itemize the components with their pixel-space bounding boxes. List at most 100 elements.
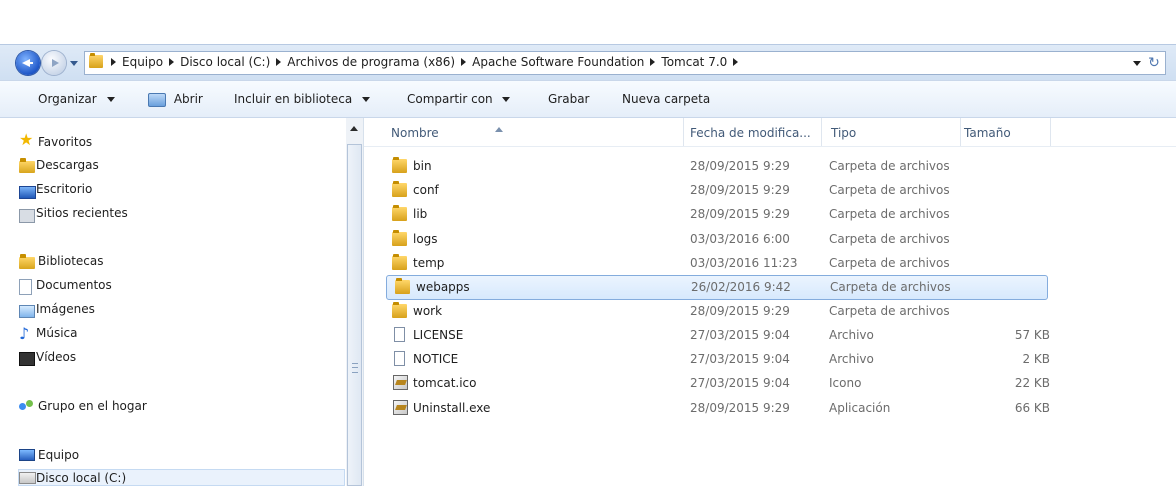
breadcrumb-tomcat-7[interactable]: Tomcat 7.0 [661,55,727,69]
breadcrumb-apache-software-foundation[interactable]: Apache Software Foundation [472,55,644,69]
chevron-right-icon [650,58,656,66]
folder-icon [395,278,410,294]
back-button[interactable] [16,51,40,75]
column-header-name[interactable]: Nombre [391,126,503,140]
column-header-date[interactable]: Fecha de modifica... [690,126,811,140]
sidebar-item-desktop[interactable]: Escritorio [36,182,92,196]
sidebar-item-homegroup[interactable]: Grupo en el hogar [38,399,147,413]
navigation-scrollbar[interactable] [346,118,364,486]
file-row-notice[interactable]: NOTICE 27/03/2015 9:04 Archivo 2 KB [384,348,1050,371]
open-label: Abrir [173,92,203,106]
address-dropdown-icon[interactable] [1133,61,1141,66]
column-header-type[interactable]: Tipo [831,126,856,140]
file-row-work[interactable]: work 28/09/2015 9:29 Carpeta de archivos [384,300,1050,323]
downloads-icon [19,158,35,173]
new-folder-label: Nueva carpeta [622,92,711,106]
file-name: LICENSE [413,328,464,342]
sort-up-icon [495,127,503,132]
file-date: 28/09/2015 9:29 [690,159,790,173]
file-type: Aplicación [829,401,891,415]
column-type-label: Tipo [831,126,857,140]
file-type: Archivo [829,328,874,342]
libraries-icon [19,254,35,269]
file-name: bin [413,159,432,173]
column-header-size[interactable]: Tamaño [964,126,1011,140]
chevron-down-icon [362,97,371,102]
breadcrumb: Equipo Disco local (C:) Archivos de prog… [111,55,739,69]
file-type: Icono [829,376,862,390]
homegroup-icon [19,398,35,414]
sidebar-item-images[interactable]: Imágenes [36,302,95,316]
file-name: work [413,304,443,318]
refresh-icon[interactable]: ↻ [1147,56,1161,70]
file-date: 27/03/2015 9:04 [690,376,790,390]
sidebar-item-videos[interactable]: Vídeos [36,350,76,364]
file-row-bin[interactable]: bin 28/09/2015 9:29 Carpeta de archivos [384,155,1050,178]
file-row-conf[interactable]: conf 28/09/2015 9:29 Carpeta de archivos [384,179,1050,202]
column-divider[interactable] [683,118,684,146]
file-row-uninstall[interactable]: Uninstall.exe 28/09/2015 9:29 Aplicación… [384,397,1050,420]
scroll-thumb[interactable] [347,144,362,486]
new-folder-button[interactable]: Nueva carpeta [622,92,710,106]
file-date: 03/03/2016 11:23 [690,256,798,270]
sidebar-downloads-label: Descargas [36,158,99,172]
forward-button[interactable] [42,51,66,75]
sidebar-item-music[interactable]: Música [36,326,78,340]
breadcrumb-equipo[interactable]: Equipo [122,55,163,69]
grip-icon [352,363,358,373]
file-date: 28/09/2015 9:29 [690,183,790,197]
folder-icon [89,53,103,68]
file-type: Carpeta de archivos [829,304,950,318]
breadcrumb-local-disk[interactable]: Disco local (C:) [180,55,270,69]
sidebar-item-computer[interactable]: Equipo [38,448,79,462]
sidebar-item-favorites[interactable]: Favoritos [38,135,92,149]
file-icon [394,351,405,366]
include-in-library-button[interactable]: Incluir en biblioteca [234,92,371,106]
folder-icon [392,230,407,246]
sidebar-item-documents[interactable]: Documentos [36,278,112,292]
sidebar-desktop-label: Escritorio [36,182,93,196]
file-date: 27/03/2015 9:04 [690,328,790,342]
file-name: temp [413,256,445,270]
file-name: tomcat.ico [413,376,477,390]
column-size-label: Tamaño [964,126,1011,140]
sidebar-local-disk-label: Disco local (C:) [36,471,127,485]
open-button[interactable]: Abrir [148,92,203,107]
file-list-pane: Nombre Fecha de modifica... Tipo Tamaño … [364,118,1176,486]
file-row-temp[interactable]: temp 03/03/2016 11:23 Carpeta de archivo… [384,252,1050,275]
folder-icon [392,181,407,197]
column-divider[interactable] [960,118,961,146]
share-with-button[interactable]: Compartir con [407,92,511,106]
file-row-license[interactable]: LICENSE 27/03/2015 9:04 Archivo 57 KB [384,324,1050,347]
sidebar-libraries-label: Bibliotecas [38,254,104,268]
file-row-webapps[interactable]: webapps 26/02/2016 9:42 Carpeta de archi… [386,275,1048,300]
address-bar[interactable]: Equipo Disco local (C:) Archivos de prog… [84,51,1166,75]
window-top [0,0,1176,44]
scroll-up-icon[interactable] [350,126,358,131]
burn-label: Grabar [548,92,590,106]
file-row-lib[interactable]: lib 28/09/2015 9:29 Carpeta de archivos [384,203,1050,226]
computer-icon [19,449,35,461]
command-bar: Organizar Abrir Incluir en biblioteca Co… [0,80,1176,118]
file-row-tomcat-ico[interactable]: tomcat.ico 27/03/2015 9:04 Icono 22 KB [384,372,1050,395]
sidebar-item-local-disk[interactable]: Disco local (C:) [36,471,126,485]
burn-button[interactable]: Grabar [548,92,590,106]
sidebar-music-label: Música [36,326,78,340]
sidebar-item-libraries[interactable]: Bibliotecas [38,254,103,268]
folder-icon [392,205,407,221]
breadcrumb-program-files-x86[interactable]: Archivos de programa (x86) [287,55,455,69]
file-size: 66 KB [1014,401,1050,415]
sidebar-item-recent[interactable]: Sitios recientes [36,206,128,220]
column-divider[interactable] [821,118,822,146]
file-date: 27/03/2015 9:04 [690,352,790,366]
file-type: Archivo [829,352,874,366]
column-divider[interactable] [1050,118,1051,146]
file-type: Carpeta de archivos [829,232,950,246]
organize-button[interactable]: Organizar [38,92,115,106]
file-row-logs[interactable]: logs 03/03/2016 6:00 Carpeta de archivos [384,228,1050,251]
history-dropdown-icon[interactable] [70,61,78,66]
file-type: Carpeta de archivos [829,207,950,221]
chevron-right-icon [169,58,175,66]
sidebar-item-downloads[interactable]: Descargas [36,158,99,172]
recent-places-icon [19,209,35,223]
